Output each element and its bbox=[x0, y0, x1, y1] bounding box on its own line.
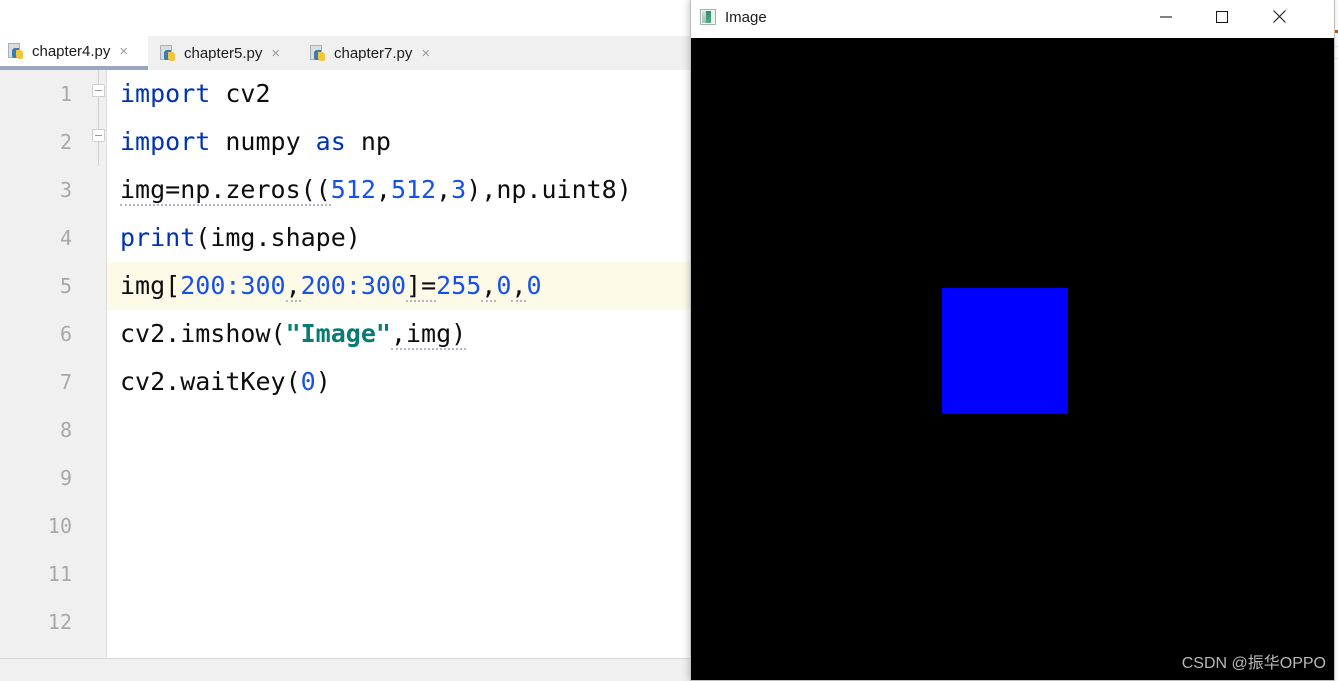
token-expr: img=np.zeros(( bbox=[120, 175, 331, 206]
image-window-titlebar[interactable]: Image bbox=[691, 0, 1334, 34]
line-number: 2 bbox=[60, 118, 72, 166]
token-number: 0 bbox=[301, 367, 316, 396]
editor-tab-label: chapter5.py bbox=[184, 45, 262, 62]
token-number: 0 bbox=[526, 271, 541, 300]
token-punct: : bbox=[346, 271, 361, 300]
token-punct: ) bbox=[316, 367, 331, 396]
token-expr: ]= bbox=[406, 271, 436, 302]
token-number: 300 bbox=[361, 271, 406, 300]
image-app-icon bbox=[700, 9, 716, 25]
fold-marker-icon[interactable] bbox=[92, 129, 105, 142]
token-expr: ),np.uint8) bbox=[466, 175, 632, 204]
token-punct: : bbox=[225, 271, 240, 300]
token-expr: img[ bbox=[120, 271, 180, 300]
maximize-icon bbox=[1216, 11, 1228, 23]
line-number: 12 bbox=[48, 598, 72, 646]
image-window-title: Image bbox=[725, 9, 767, 26]
line-number: 3 bbox=[60, 166, 72, 214]
code-line-4: print(img.shape) bbox=[120, 214, 361, 262]
image-window[interactable]: Image CSDN @振华OPPO bbox=[690, 0, 1335, 681]
python-file-icon bbox=[310, 45, 327, 62]
editor-tab-chapter4[interactable]: chapter4.py × bbox=[0, 36, 148, 70]
line-number: 1 bbox=[60, 70, 72, 118]
line-number: 6 bbox=[60, 310, 72, 358]
minimize-button[interactable] bbox=[1143, 0, 1189, 33]
minimize-icon bbox=[1160, 11, 1172, 23]
code-line-3: img=np.zeros((512,512,3),np.uint8) bbox=[120, 166, 632, 214]
editor-tab-chapter5[interactable]: chapter5.py × bbox=[152, 36, 300, 70]
code-line-7: cv2.waitKey(0) bbox=[120, 358, 331, 406]
code-text-area[interactable]: import cv2 import numpy as np img=np.zer… bbox=[106, 70, 690, 658]
editor-tab-label: chapter4.py bbox=[32, 43, 110, 60]
screen: chapter4.py × chapter5.py × chapter7.py … bbox=[0, 0, 1338, 681]
maximize-button[interactable] bbox=[1199, 0, 1245, 33]
code-line-2: import numpy as np bbox=[120, 118, 391, 166]
token-expr: (img.shape) bbox=[195, 223, 361, 252]
close-button[interactable] bbox=[1256, 0, 1302, 33]
editor-tab-close-icon[interactable]: × bbox=[271, 46, 280, 61]
token-expr: ,img) bbox=[391, 319, 466, 350]
code-folding-strip[interactable] bbox=[92, 70, 107, 658]
close-icon bbox=[1273, 10, 1286, 23]
token-module: numpy bbox=[210, 127, 315, 156]
token-number: 255 bbox=[436, 271, 481, 300]
python-file-icon bbox=[160, 45, 177, 62]
line-number: 7 bbox=[60, 358, 72, 406]
line-number: 10 bbox=[48, 502, 72, 550]
line-number-gutter: 1 2 3 4 5 6 7 8 9 10 11 12 bbox=[0, 70, 92, 658]
token-number: 512 bbox=[391, 175, 436, 204]
token-keyword: import bbox=[120, 127, 210, 156]
blue-square-shape bbox=[942, 288, 1068, 414]
token-number: 200 bbox=[301, 271, 346, 300]
token-punct: , bbox=[511, 271, 526, 302]
line-number: 5 bbox=[60, 262, 72, 310]
editor-tab-close-icon[interactable]: × bbox=[119, 44, 128, 59]
python-file-icon bbox=[8, 43, 25, 60]
token-call: cv2.imshow( bbox=[120, 319, 286, 348]
line-number: 4 bbox=[60, 214, 72, 262]
fold-marker-icon[interactable] bbox=[92, 84, 105, 97]
token-module: cv2 bbox=[210, 79, 270, 108]
line-number: 9 bbox=[60, 454, 72, 502]
token-number: 200 bbox=[180, 271, 225, 300]
token-punct: , bbox=[481, 271, 496, 302]
token-keyword: as bbox=[316, 127, 346, 156]
token-number: 512 bbox=[331, 175, 376, 204]
token-call: cv2.waitKey( bbox=[120, 367, 301, 396]
image-canvas[interactable]: CSDN @振华OPPO bbox=[691, 38, 1334, 680]
editor-tab-close-icon[interactable]: × bbox=[421, 46, 430, 61]
token-builtin: print bbox=[120, 223, 195, 252]
line-number: 11 bbox=[48, 550, 72, 598]
token-punct: , bbox=[286, 271, 301, 302]
editor-tab-label: chapter7.py bbox=[334, 45, 412, 62]
token-keyword: import bbox=[120, 79, 210, 108]
code-line-5: img[200:300,200:300]=255,0,0 bbox=[120, 262, 542, 310]
code-line-1: import cv2 bbox=[120, 70, 271, 118]
token-punct: , bbox=[436, 175, 451, 204]
token-string: "Image" bbox=[286, 319, 391, 348]
token-punct: , bbox=[376, 175, 391, 204]
token-number: 3 bbox=[451, 175, 466, 204]
token-number: 300 bbox=[240, 271, 285, 300]
editor-tab-chapter7[interactable]: chapter7.py × bbox=[302, 36, 450, 70]
line-number: 8 bbox=[60, 406, 72, 454]
token-alias: np bbox=[346, 127, 391, 156]
watermark-text: CSDN @振华OPPO bbox=[1182, 649, 1326, 673]
token-number: 0 bbox=[496, 271, 511, 300]
code-line-6: cv2.imshow("Image",img) bbox=[120, 310, 466, 358]
